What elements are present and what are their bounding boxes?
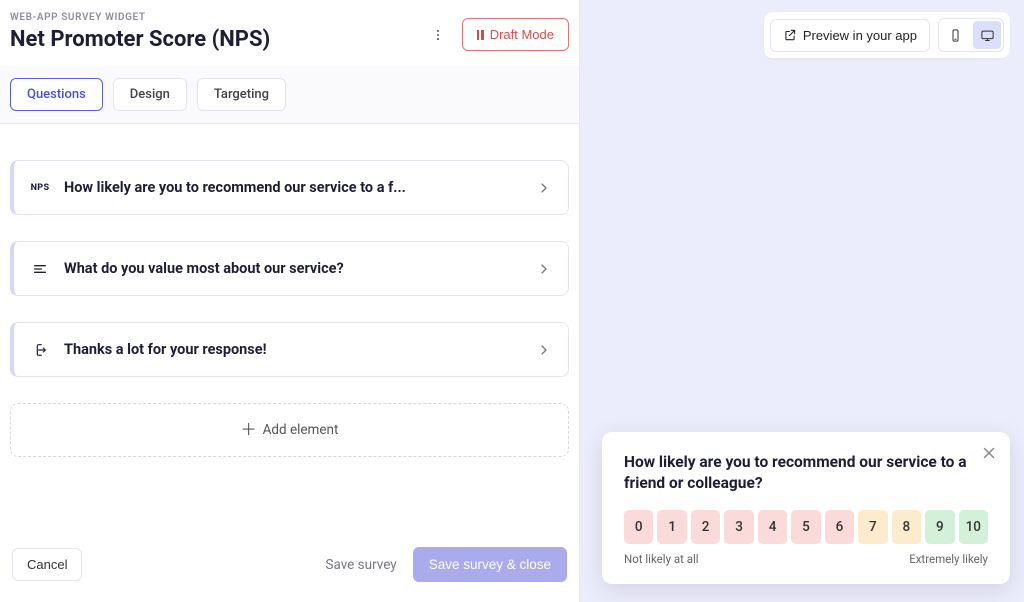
- close-icon[interactable]: [980, 444, 998, 462]
- chevron-right-icon: [536, 342, 552, 358]
- desktop-view-button[interactable]: [973, 21, 1001, 49]
- eyebrow-label: WEB-APP SURVEY WIDGET: [10, 12, 424, 23]
- nps-score-6[interactable]: 6: [825, 510, 854, 544]
- nps-type-icon: NPS: [30, 183, 50, 193]
- exit-type-icon: [30, 342, 50, 358]
- desktop-icon: [980, 28, 995, 43]
- plus-icon: ＋: [241, 422, 257, 438]
- nps-high-label: Extremely likely: [909, 552, 988, 566]
- page-title: Net Promoter Score (NPS): [10, 27, 424, 52]
- preview-button-label: Preview in your app: [803, 28, 917, 43]
- tab-targeting[interactable]: Targeting: [197, 78, 286, 111]
- external-link-icon: [783, 28, 797, 42]
- nps-score-0[interactable]: 0: [624, 510, 653, 544]
- nps-scale: 0 1 2 3 4 5 6 7 8 9 10: [624, 510, 988, 544]
- preview-panel: Preview in your app How likely are you t…: [580, 0, 1024, 602]
- nps-score-8[interactable]: 8: [892, 510, 921, 544]
- device-toggle: [938, 18, 1004, 52]
- question-title: What do you value most about our service…: [64, 260, 522, 277]
- question-card-thanks[interactable]: Thanks a lot for your response!: [10, 322, 569, 377]
- nps-low-label: Not likely at all: [624, 552, 699, 566]
- tab-questions[interactable]: Questions: [10, 78, 103, 111]
- question-card-nps[interactable]: NPS How likely are you to recommend our …: [10, 160, 569, 215]
- nps-score-5[interactable]: 5: [791, 510, 820, 544]
- save-and-close-button[interactable]: Save survey & close: [413, 547, 567, 582]
- add-element-label: Add element: [263, 422, 339, 438]
- survey-widget-preview: How likely are you to recommend our serv…: [602, 432, 1010, 584]
- draft-mode-label: Draft Mode: [490, 27, 554, 42]
- save-survey-button[interactable]: Save survey: [325, 557, 396, 573]
- mobile-view-button[interactable]: [941, 21, 969, 49]
- more-menu-button[interactable]: [424, 21, 452, 49]
- nps-score-1[interactable]: 1: [657, 510, 686, 544]
- question-title: How likely are you to recommend our serv…: [64, 179, 522, 196]
- cancel-button[interactable]: Cancel: [12, 548, 82, 581]
- tab-design[interactable]: Design: [113, 78, 187, 111]
- preview-toolbar: Preview in your app: [764, 12, 1010, 58]
- question-title: Thanks a lot for your response!: [64, 341, 522, 358]
- question-card-text[interactable]: What do you value most about our service…: [10, 241, 569, 296]
- nps-score-10[interactable]: 10: [959, 510, 988, 544]
- nps-score-9[interactable]: 9: [925, 510, 954, 544]
- pause-icon: [477, 30, 484, 40]
- chevron-right-icon: [536, 261, 552, 277]
- nps-score-2[interactable]: 2: [691, 510, 720, 544]
- nps-score-7[interactable]: 7: [858, 510, 887, 544]
- mobile-icon: [948, 28, 963, 43]
- text-type-icon: [30, 261, 50, 277]
- preview-in-app-button[interactable]: Preview in your app: [770, 19, 930, 52]
- chevron-right-icon: [536, 180, 552, 196]
- kebab-icon: [431, 28, 445, 42]
- nps-score-4[interactable]: 4: [758, 510, 787, 544]
- tabs: Questions Design Targeting: [0, 66, 579, 124]
- add-element-button[interactable]: ＋ Add element: [10, 403, 569, 457]
- draft-mode-button[interactable]: Draft Mode: [462, 18, 569, 51]
- widget-question-text: How likely are you to recommend our serv…: [624, 452, 988, 494]
- nps-score-3[interactable]: 3: [724, 510, 753, 544]
